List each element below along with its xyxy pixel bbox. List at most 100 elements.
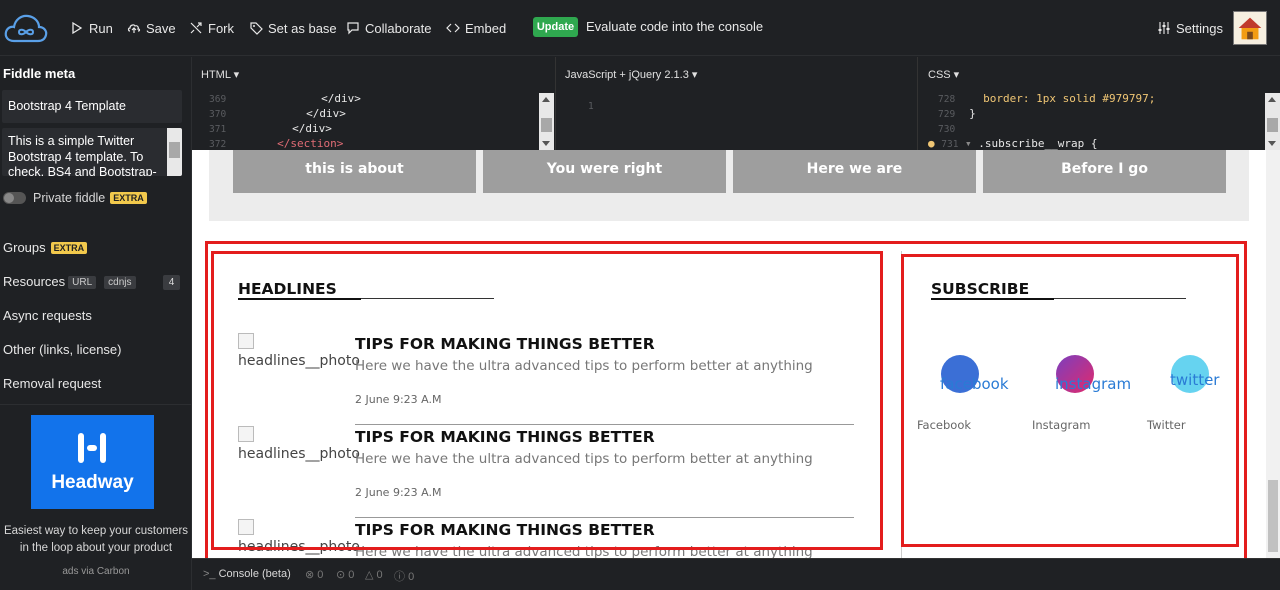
resources-cdnjs-tag[interactable]: cdnjs [104, 276, 136, 289]
extra-badge: EXTRA [110, 192, 147, 204]
code-text: </div> [321, 92, 361, 105]
code-text: .subscribe__wrap { [978, 137, 1098, 150]
scroll-up-arrow-icon[interactable] [1268, 97, 1276, 102]
css-editor-scrollbar[interactable] [1265, 93, 1280, 150]
error-icon: ⊗ [305, 569, 318, 581]
fiddle-description-text: This is a simple Twitter Bootstrap 4 tem… [8, 134, 157, 176]
line-number: 371 [209, 124, 227, 135]
settings-button[interactable]: Settings [1157, 18, 1223, 38]
scroll-thumb[interactable] [541, 118, 552, 132]
fold-arrow-icon[interactable]: ▾ [958, 137, 978, 150]
sidebar: Fiddle meta Bootstrap 4 Template This is… [0, 57, 192, 590]
code-brackets-icon [446, 23, 460, 33]
fork-label: Fork [208, 20, 234, 36]
save-button[interactable]: Save [127, 18, 176, 38]
modified-dot-icon: ● [928, 137, 942, 150]
console-bar[interactable]: >_ Console (beta) ⊗ 0 ⊙ 0 △ 0 ⓘ 0 [192, 558, 1280, 590]
html-panel-label[interactable]: HTML ▾ [201, 68, 239, 81]
scroll-up-arrow-icon[interactable] [542, 97, 550, 102]
js-editor-panel[interactable]: JavaScript + jQuery 2.1.3 ▾ 1 [556, 57, 918, 150]
update-button[interactable]: Update [533, 17, 578, 37]
code-line[interactable]: 730 [938, 121, 955, 136]
settings-label: Settings [1176, 20, 1223, 36]
fiddle-name-input[interactable]: Bootstrap 4 Template [2, 90, 182, 123]
fork-icon [190, 22, 202, 34]
info-count: 0 [408, 571, 415, 583]
collaborate-button[interactable]: Collaborate [346, 18, 432, 38]
code-line[interactable]: 729} [938, 106, 976, 121]
headway-logo-icon [78, 433, 106, 463]
user-avatar[interactable] [1233, 11, 1267, 45]
js-panel-label[interactable]: JavaScript + jQuery 2.1.3 ▾ [565, 68, 697, 81]
ad-via-link[interactable]: ads via Carbon [0, 566, 192, 577]
fiddle-meta-title: Fiddle meta [3, 66, 76, 81]
jsfiddle-logo-icon[interactable] [3, 10, 49, 46]
css-panel-label[interactable]: CSS ▾ [928, 68, 959, 81]
html-editor-scrollbar[interactable] [539, 93, 554, 150]
console-label[interactable]: >_ Console (beta) [203, 568, 291, 580]
warning-circle-icon: ⊙ [336, 569, 349, 581]
sliders-icon [1158, 22, 1170, 34]
embed-button[interactable]: Embed [446, 18, 506, 38]
code-text: </div> [306, 107, 346, 120]
top-toolbar: Run Save Fork Set as base Collaborate Em… [0, 0, 1280, 56]
scroll-down-arrow-icon[interactable] [1268, 141, 1276, 146]
run-button[interactable]: Run [70, 18, 113, 38]
fork-button[interactable]: Fork [189, 18, 234, 38]
sidebar-item-other[interactable]: Other (links, license) [3, 342, 121, 357]
sidebar-item-resources[interactable]: Resources URL cdnjs [3, 274, 136, 289]
nav-button[interactable]: this is about [233, 150, 476, 193]
result-scrollbar[interactable] [1266, 150, 1280, 558]
set-as-base-label: Set as base [268, 20, 337, 36]
scroll-down-arrow-icon[interactable] [542, 141, 550, 146]
sidebar-item-removal-request[interactable]: Removal request [3, 376, 101, 391]
code-line[interactable]: 371 </div> [209, 121, 332, 136]
resources-count-badge: 4 [163, 275, 180, 290]
private-fiddle-text: Private fiddle [33, 191, 106, 205]
console-alerts: △ 0 [365, 568, 383, 581]
chat-icon [347, 22, 359, 35]
fiddle-description-textarea[interactable]: This is a simple Twitter Bootstrap 4 tem… [2, 128, 182, 176]
update-description: Evaluate code into the console [586, 19, 764, 34]
result-frame[interactable]: this is about You were right Here we are… [192, 150, 1280, 558]
collaborate-label: Collaborate [365, 20, 432, 36]
nav-button[interactable]: You were right [483, 150, 726, 193]
save-label: Save [146, 20, 176, 36]
css-editor-panel[interactable]: CSS ▾ 728 border: 1px solid #979797; 729}… [918, 57, 1280, 150]
html-editor-panel[interactable]: HTML ▾ 369 </div> 370 </div> 371 </div> 372… [192, 57, 556, 150]
alert-count: 0 [376, 569, 383, 581]
nav-button[interactable]: Here we are [733, 150, 976, 193]
code-line[interactable]: 728 border: 1px solid #979797; [938, 91, 1155, 106]
description-scroll-thumb[interactable] [169, 142, 180, 158]
ad-text[interactable]: Easiest way to keep your customers in th… [0, 523, 192, 557]
code-line[interactable]: 369 </div> [209, 91, 361, 106]
editor-panels: HTML ▾ 369 </div> 370 </div> 371 </div> 372… [192, 57, 1280, 150]
ad-brand-name: Headway [51, 472, 134, 493]
console-info: ⓘ 0 [394, 568, 414, 584]
line-number: 370 [209, 109, 227, 120]
alert-triangle-icon: △ [365, 569, 377, 581]
code-line[interactable]: ● 731 ▾ .subscribe__wrap { [928, 136, 1098, 151]
code-line[interactable]: 372 </section> [209, 136, 343, 151]
nav-button[interactable]: Before I go [983, 150, 1226, 193]
sidebar-item-groups[interactable]: Groups EXTRA [3, 240, 88, 255]
scroll-thumb[interactable] [1267, 118, 1278, 132]
console-warnings: ⊙ 0 [336, 568, 354, 581]
line-number: 372 [209, 139, 227, 150]
description-scrollbar[interactable] [167, 128, 182, 176]
set-as-base-button[interactable]: Set as base [249, 18, 337, 38]
resources-url-tag[interactable]: URL [68, 276, 97, 289]
error-count: 0 [317, 569, 324, 581]
line-number: 731 [941, 139, 959, 150]
line-number: 369 [209, 94, 227, 105]
code-line[interactable]: 1 [588, 98, 594, 113]
code-text: </section> [277, 137, 344, 150]
result-scroll-thumb[interactable] [1268, 480, 1278, 552]
private-fiddle-toggle[interactable] [3, 192, 26, 204]
sidebar-item-async-requests[interactable]: Async requests [3, 308, 92, 323]
carbon-ad-image[interactable]: Headway [31, 415, 154, 509]
code-line[interactable]: 370 </div> [209, 106, 346, 121]
code-text: border: 1px solid #979797; [983, 92, 1156, 105]
embed-label: Embed [465, 20, 507, 36]
play-icon [72, 21, 83, 35]
